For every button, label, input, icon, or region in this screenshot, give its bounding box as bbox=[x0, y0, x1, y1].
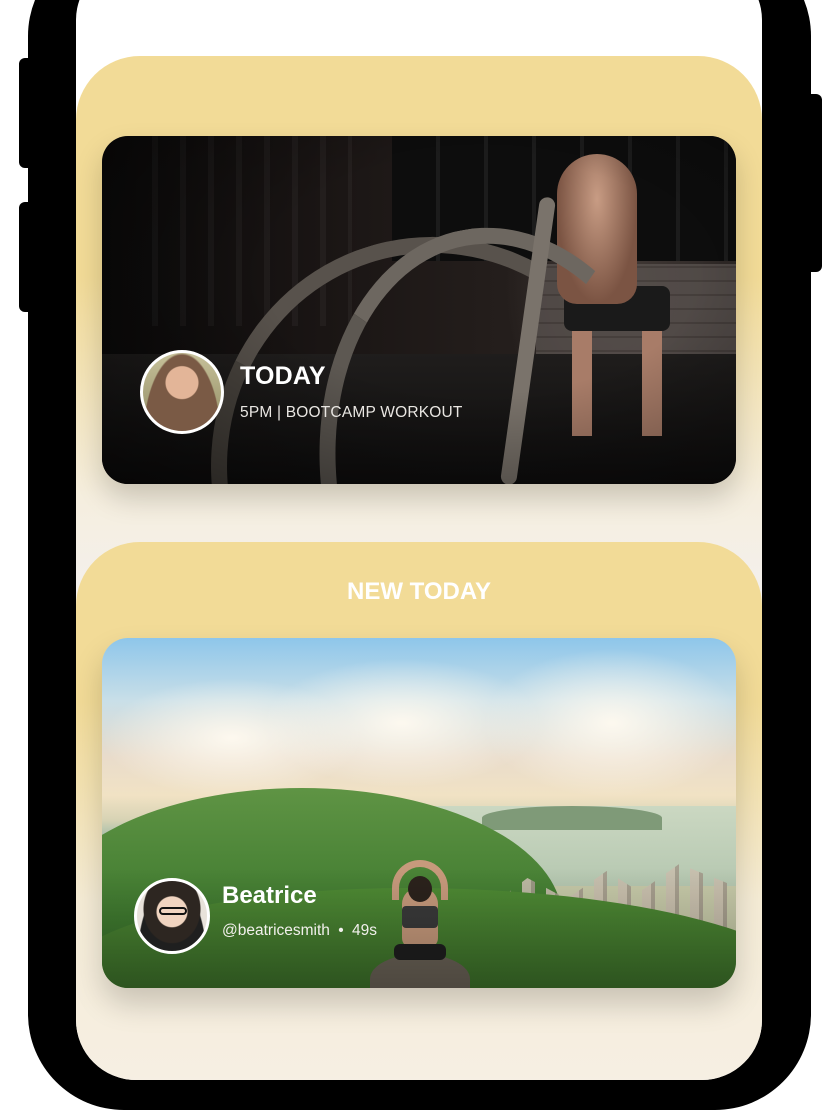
new-today-card: NEW TODAY Beatrice @beatricesmith • 49s bbox=[76, 542, 762, 1080]
workout-photo[interactable]: TODAY 5PM | BOOTCAMP WORKOUT bbox=[102, 136, 736, 484]
island bbox=[482, 806, 662, 830]
author-handle[interactable]: @beatricesmith bbox=[222, 922, 330, 939]
author-avatar[interactable] bbox=[134, 878, 210, 954]
trainer-avatar[interactable] bbox=[140, 350, 224, 434]
phone-screen: TODAY 5PM | BOOTCAMP WORKOUT NEW TODAY B… bbox=[76, 0, 762, 1080]
feature-title: TODAY bbox=[240, 362, 326, 390]
section-heading: NEW TODAY bbox=[346, 578, 492, 605]
cloud bbox=[482, 648, 736, 798]
post-photo[interactable]: Beatrice @beatricesmith • 49s bbox=[102, 638, 736, 988]
post-author-name[interactable]: Beatrice bbox=[222, 882, 317, 910]
meta-separator: • bbox=[338, 922, 344, 939]
glasses-icon bbox=[159, 907, 187, 915]
feature-subtitle: 5PM | BOOTCAMP WORKOUT bbox=[240, 404, 463, 421]
post-duration: 49s bbox=[351, 922, 377, 939]
photo-vignette bbox=[102, 136, 736, 484]
post-meta: @beatricesmith • 49s bbox=[222, 922, 377, 940]
